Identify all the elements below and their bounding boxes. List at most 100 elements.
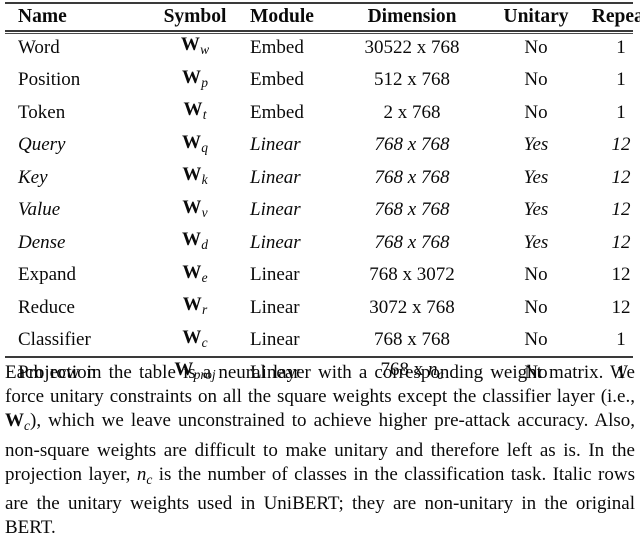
weight-symbol: Wc: [182, 324, 207, 357]
cell-unitary: No: [524, 101, 548, 123]
weight-symbol-base: W: [182, 326, 202, 348]
cell-dimension: 768 x 768: [374, 166, 450, 188]
caption-symbol-num-classes: nc: [137, 463, 153, 492]
table-row: Reduce Wr Linear 3072 x 768 No 12: [5, 291, 640, 324]
table-row: Position Wp Embed 512 x 768 No 1: [5, 64, 640, 97]
cell-name: Position: [18, 69, 81, 90]
cell-dimension: 768 x 768: [374, 329, 450, 350]
cell-module: Embed: [250, 101, 304, 123]
cell-repeat: 12: [611, 166, 631, 188]
weight-symbol-base: W: [182, 164, 202, 185]
weight-symbol-base: W: [180, 34, 200, 55]
caption-paragraph: Each row in the table is a neural layer …: [5, 361, 635, 540]
column-header-unitary: Unitary: [503, 5, 569, 27]
cell-repeat: 12: [611, 296, 631, 318]
weight-symbol: Wk: [182, 161, 207, 194]
cell-symbol: Wq: [152, 129, 238, 162]
cell-unitary: Yes: [523, 231, 549, 253]
weight-symbol-base: W: [182, 294, 202, 315]
weight-symbol-base: W: [182, 261, 202, 283]
caption-symbol-classifier: Wc: [5, 409, 30, 438]
weight-symbol-base: W: [181, 131, 201, 153]
cell-dimension: 3072 x 768: [369, 296, 455, 318]
table-figure-page: Name Symbol Module Dimension Unitary Rep…: [0, 0, 640, 538]
cell-unitary: No: [524, 69, 548, 90]
cell-symbol: Wv: [152, 194, 238, 227]
cell-unitary: No: [524, 296, 548, 318]
cell-module: Linear: [250, 231, 301, 253]
cell-symbol: Wp: [152, 64, 238, 97]
cell-symbol: Wc: [152, 324, 238, 357]
table-row: Value Wv Linear 768 x 768 Yes 12: [5, 194, 640, 227]
cell-dimension: 768 x 768: [374, 134, 450, 155]
cell-module: Linear: [250, 166, 301, 188]
cell-name: Word: [18, 36, 60, 58]
table-header: Name Symbol Module Dimension Unitary Rep…: [5, 2, 640, 31]
cell-symbol: Wd: [152, 226, 238, 259]
cell-symbol: We: [152, 259, 238, 292]
weight-symbol: Wr: [183, 291, 208, 324]
weights-table-container: Name Symbol Module Dimension Unitary Rep…: [5, 2, 640, 389]
cell-module: Linear: [250, 296, 300, 318]
cell-repeat: 1: [616, 69, 626, 90]
weight-symbol-subscript: r: [202, 302, 208, 317]
cell-module: Embed: [250, 69, 304, 90]
cell-repeat: 1: [616, 36, 626, 58]
weight-symbol: Wt: [183, 96, 206, 129]
cell-name: Query: [18, 134, 66, 155]
cell-dimension: 2 x 768: [383, 101, 441, 123]
table-row: Token Wt Embed 2 x 768 No 1: [5, 96, 640, 129]
cell-unitary: No: [524, 264, 548, 285]
cell-repeat: 1: [616, 329, 626, 350]
weight-symbol: Ww: [181, 31, 209, 64]
caption-symbol-classifier-base: W: [5, 410, 24, 432]
cell-name: Key: [18, 166, 48, 188]
cell-symbol: Wt: [152, 96, 238, 129]
cell-name: Token: [18, 101, 66, 123]
weight-symbol-subscript: k: [201, 172, 208, 187]
column-header-name: Name: [18, 5, 67, 27]
cell-dimension: 768 x 3072: [369, 264, 455, 285]
cell-module: Embed: [250, 36, 304, 58]
cell-module: Linear: [250, 264, 300, 285]
cell-name: Expand: [18, 264, 77, 285]
weight-symbol-subscript: e: [201, 269, 208, 285]
cell-dimension: 30522 x 768: [364, 36, 460, 58]
cell-repeat: 12: [611, 264, 631, 285]
cell-dimension: 768 x 768: [374, 199, 450, 220]
weight-symbol: Wq: [182, 129, 208, 162]
column-header-dimension: Dimension: [367, 5, 457, 27]
weights-table: Name Symbol Module Dimension Unitary Rep…: [5, 2, 640, 389]
weight-symbol-base: W: [182, 196, 202, 218]
weight-symbol-subscript: p: [201, 74, 209, 90]
weight-symbol-subscript: w: [200, 42, 210, 57]
cell-unitary: No: [524, 36, 548, 58]
caption-symbol-num-classes-base: n: [136, 463, 147, 485]
cell-name: Reduce: [18, 296, 75, 318]
weight-symbol: Wp: [182, 64, 208, 97]
cell-name: Classifier: [18, 329, 91, 350]
cell-dimension: 768 x 768: [374, 231, 450, 253]
table-row: Query Wq Linear 768 x 768 Yes 12: [5, 129, 640, 162]
cell-symbol: Wk: [152, 161, 238, 194]
cell-repeat: 12: [611, 199, 631, 220]
table-header-row: Name Symbol Module Dimension Unitary Rep…: [5, 2, 640, 31]
table-row: Word Ww Embed 30522 x 768 No 1: [5, 31, 640, 64]
weight-symbol-base: W: [181, 229, 201, 250]
weight-symbol-subscript: c: [201, 334, 208, 350]
table-body: Word Ww Embed 30522 x 768 No 1 Position Wp Embed…: [5, 31, 640, 389]
cell-name: Dense: [18, 231, 66, 253]
weight-symbol-subscript: t: [202, 107, 207, 122]
table-row: Expand We Linear 768 x 3072 No 12: [5, 259, 640, 292]
cell-repeat: 12: [611, 134, 631, 155]
weight-symbol-subscript: d: [201, 237, 209, 252]
cell-name: Value: [18, 199, 61, 220]
cell-repeat: 12: [611, 231, 631, 253]
cell-unitary: No: [524, 329, 548, 350]
weight-symbol: Wv: [182, 194, 207, 227]
cell-unitary: Yes: [523, 199, 549, 220]
cell-module: Linear: [250, 199, 301, 220]
table-caption: Each row in the table is a neural layer …: [5, 361, 635, 540]
weight-symbol-base: W: [183, 99, 203, 120]
weight-symbol: Wd: [182, 226, 208, 259]
